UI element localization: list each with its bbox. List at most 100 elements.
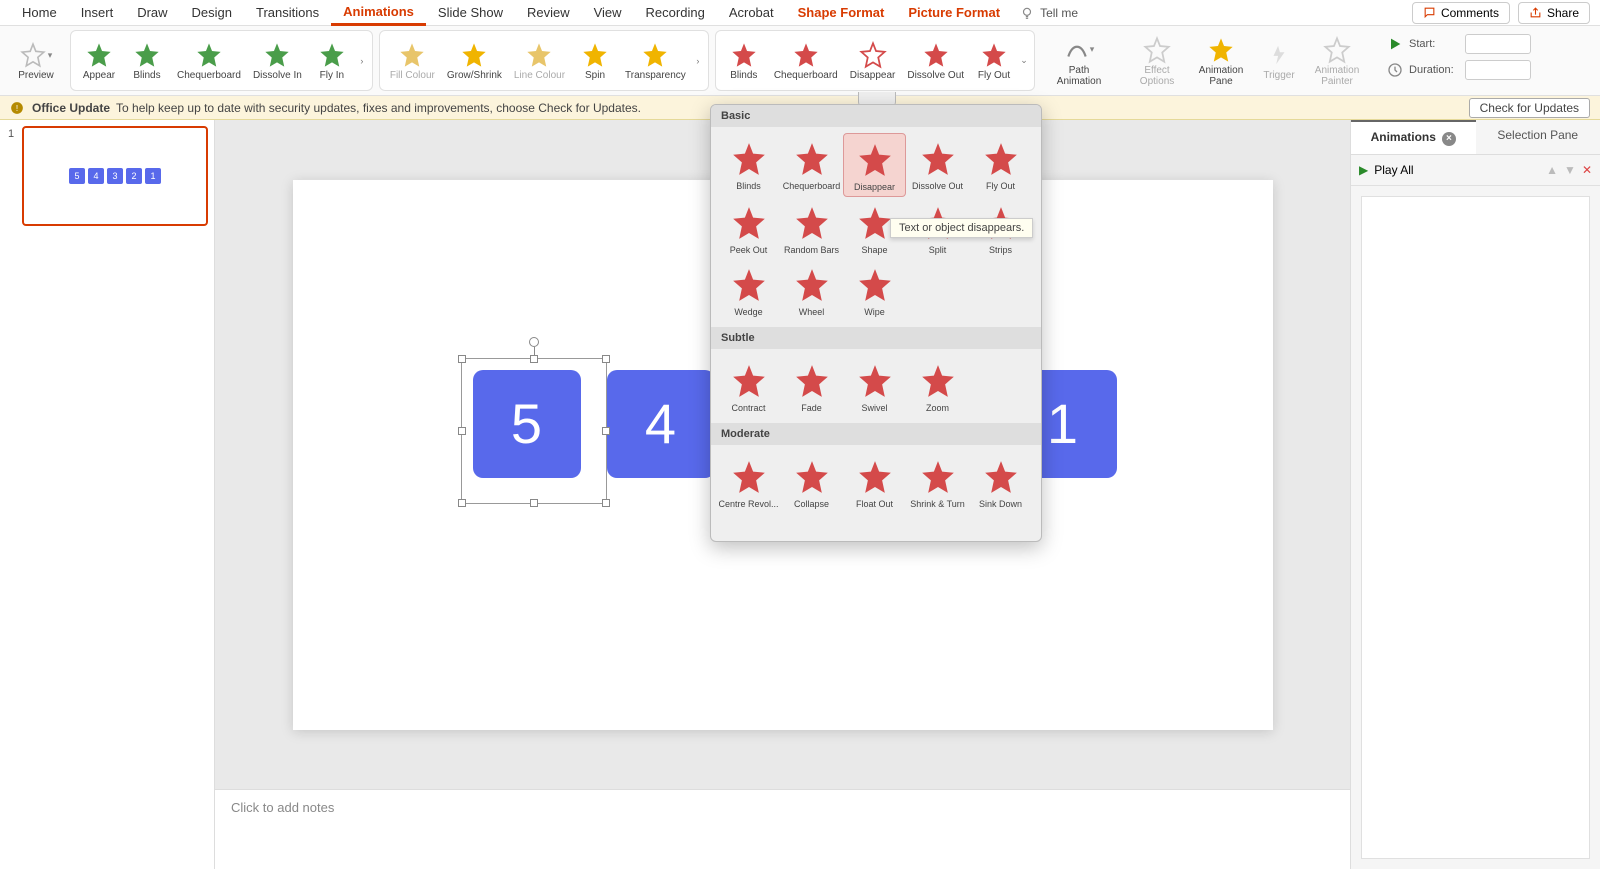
tab-view[interactable]: View bbox=[582, 1, 634, 24]
anim-fill-colour[interactable]: Fill Colour bbox=[384, 38, 441, 83]
preview-label: Preview bbox=[18, 70, 54, 81]
selection-box[interactable] bbox=[461, 358, 607, 504]
gallery-item-centre-revol-[interactable]: Centre Revol... bbox=[717, 451, 780, 513]
anim-dissolve-in[interactable]: Dissolve In bbox=[247, 38, 308, 83]
close-icon[interactable]: × bbox=[1442, 132, 1456, 146]
tab-draw[interactable]: Draw bbox=[125, 1, 179, 24]
resize-handle[interactable] bbox=[602, 355, 610, 363]
star-icon bbox=[982, 140, 1020, 178]
tab-animations[interactable]: Animations bbox=[331, 0, 426, 26]
gallery-item-split[interactable]: Split bbox=[906, 197, 969, 259]
tab-design[interactable]: Design bbox=[180, 1, 244, 24]
gallery-item-peek-out[interactable]: Peek Out bbox=[717, 197, 780, 259]
play-icon: ▶ bbox=[1359, 163, 1368, 177]
star-icon bbox=[195, 41, 223, 69]
gallery-item-sink-down[interactable]: Sink Down bbox=[969, 451, 1032, 513]
gallery-item-collapse[interactable]: Collapse bbox=[780, 451, 843, 513]
gallery-item-dissolve-out[interactable]: Dissolve Out bbox=[906, 133, 969, 197]
tab-insert[interactable]: Insert bbox=[69, 1, 126, 24]
delete-icon[interactable]: ✕ bbox=[1582, 163, 1592, 177]
anim-disappear[interactable]: Disappear bbox=[844, 38, 902, 83]
gallery-item-shrink-turn[interactable]: Shrink & Turn bbox=[906, 451, 969, 513]
pane-tab-selection[interactable]: Selection Pane bbox=[1476, 120, 1600, 154]
gallery-item-disappear[interactable]: Disappear bbox=[843, 133, 906, 197]
tell-me[interactable]: Tell me bbox=[1020, 6, 1078, 20]
gallery-item-swivel[interactable]: Swivel bbox=[843, 355, 906, 417]
move-up-icon[interactable]: ▲ bbox=[1546, 163, 1558, 177]
resize-handle[interactable] bbox=[530, 355, 538, 363]
gallery-item-float-out[interactable]: Float Out bbox=[843, 451, 906, 513]
gallery-item-label: Swivel bbox=[861, 403, 887, 413]
animations-pane: Animations× Selection Pane ▶ Play All ▲ … bbox=[1350, 120, 1600, 869]
anim-spin[interactable]: Spin bbox=[571, 38, 619, 83]
share-button[interactable]: Share bbox=[1518, 2, 1590, 24]
pane-tab-animations[interactable]: Animations× bbox=[1351, 120, 1476, 154]
gallery-item-wipe[interactable]: Wipe bbox=[843, 259, 906, 321]
tab-home[interactable]: Home bbox=[10, 1, 69, 24]
star-icon bbox=[318, 41, 346, 69]
entrance-more[interactable]: › bbox=[356, 56, 368, 66]
anim-line-colour[interactable]: Line Colour bbox=[508, 38, 571, 83]
tab-transitions[interactable]: Transitions bbox=[244, 1, 331, 24]
anim-exit-blinds[interactable]: Blinds bbox=[720, 38, 768, 83]
anim-exit-chequer[interactable]: Chequerboard bbox=[768, 38, 844, 83]
anim-dissolve-out[interactable]: Dissolve Out bbox=[901, 38, 970, 83]
tab-review[interactable]: Review bbox=[515, 1, 582, 24]
anim-transparency[interactable]: Transparency bbox=[619, 38, 692, 83]
preview-button[interactable]: ▾ Preview bbox=[12, 38, 60, 83]
resize-handle[interactable] bbox=[458, 499, 466, 507]
anim-appear[interactable]: Appear bbox=[75, 38, 123, 83]
tab-slideshow[interactable]: Slide Show bbox=[426, 1, 515, 24]
anim-blinds[interactable]: Blinds bbox=[123, 38, 171, 83]
resize-handle[interactable] bbox=[458, 427, 466, 435]
anim-fly-in[interactable]: Fly In bbox=[308, 38, 356, 83]
thumb-box: 3 bbox=[107, 168, 123, 184]
move-down-icon[interactable]: ▼ bbox=[1564, 163, 1576, 177]
animation-list[interactable] bbox=[1361, 196, 1590, 859]
tab-picture-format[interactable]: Picture Format bbox=[896, 1, 1012, 24]
resize-handle[interactable] bbox=[602, 427, 610, 435]
gallery-item-wheel[interactable]: Wheel bbox=[780, 259, 843, 321]
gallery-item-fade[interactable]: Fade bbox=[780, 355, 843, 417]
anim-chequer[interactable]: Chequerboard bbox=[171, 38, 247, 83]
star-icon bbox=[793, 458, 831, 496]
path-animation-button[interactable]: ▾Path Animation bbox=[1045, 33, 1113, 89]
tab-acrobat[interactable]: Acrobat bbox=[717, 1, 786, 24]
duration-input[interactable] bbox=[1465, 60, 1531, 80]
exit-more[interactable]: ⌄ bbox=[1018, 55, 1030, 66]
slide-thumbnail-1[interactable]: 5 4 3 2 1 bbox=[22, 126, 208, 226]
exit-effects-gallery[interactable]: Basic BlindsChequerboardDisappearDissolv… bbox=[710, 104, 1042, 542]
tab-shape-format[interactable]: Shape Format bbox=[786, 1, 897, 24]
anim-fly-out[interactable]: Fly Out bbox=[970, 38, 1018, 83]
gallery-item-shape[interactable]: Shape bbox=[843, 197, 906, 259]
gallery-item-zoom[interactable]: Zoom bbox=[906, 355, 969, 417]
gallery-item-label: Peek Out bbox=[730, 245, 768, 255]
section-moderate: Moderate bbox=[711, 423, 1041, 445]
gallery-item-random-bars[interactable]: Random Bars bbox=[780, 197, 843, 259]
slide-thumbnails: 1 5 4 3 2 1 bbox=[0, 120, 215, 869]
play-all-button[interactable]: Play All bbox=[1374, 163, 1413, 177]
check-updates-button[interactable]: Check for Updates bbox=[1469, 98, 1590, 118]
shape-box-4[interactable]: 4 bbox=[607, 370, 715, 478]
trigger-button[interactable]: Trigger bbox=[1255, 38, 1303, 83]
gallery-item-wedge[interactable]: Wedge bbox=[717, 259, 780, 321]
gallery-item-strips[interactable]: Strips bbox=[969, 197, 1032, 259]
animation-pane-button[interactable]: Animation Pane bbox=[1187, 33, 1255, 89]
anim-label: Fill Colour bbox=[390, 70, 435, 81]
rotate-handle[interactable] bbox=[529, 337, 539, 347]
comments-button[interactable]: Comments bbox=[1412, 2, 1510, 24]
resize-handle[interactable] bbox=[458, 355, 466, 363]
animation-painter-button[interactable]: Animation Painter bbox=[1303, 33, 1371, 89]
effect-options-button[interactable]: Effect Options bbox=[1127, 33, 1187, 89]
emphasis-more[interactable]: › bbox=[692, 56, 704, 66]
gallery-item-fly-out[interactable]: Fly Out bbox=[969, 133, 1032, 197]
notes-pane[interactable]: Click to add notes bbox=[215, 789, 1350, 869]
gallery-item-blinds[interactable]: Blinds bbox=[717, 133, 780, 197]
resize-handle[interactable] bbox=[530, 499, 538, 507]
gallery-item-chequerboard[interactable]: Chequerboard bbox=[780, 133, 843, 197]
tab-recording[interactable]: Recording bbox=[634, 1, 717, 24]
start-dropdown[interactable] bbox=[1465, 34, 1531, 54]
resize-handle[interactable] bbox=[602, 499, 610, 507]
gallery-item-contract[interactable]: Contract bbox=[717, 355, 780, 417]
anim-grow-shrink[interactable]: Grow/Shrink bbox=[441, 38, 508, 83]
